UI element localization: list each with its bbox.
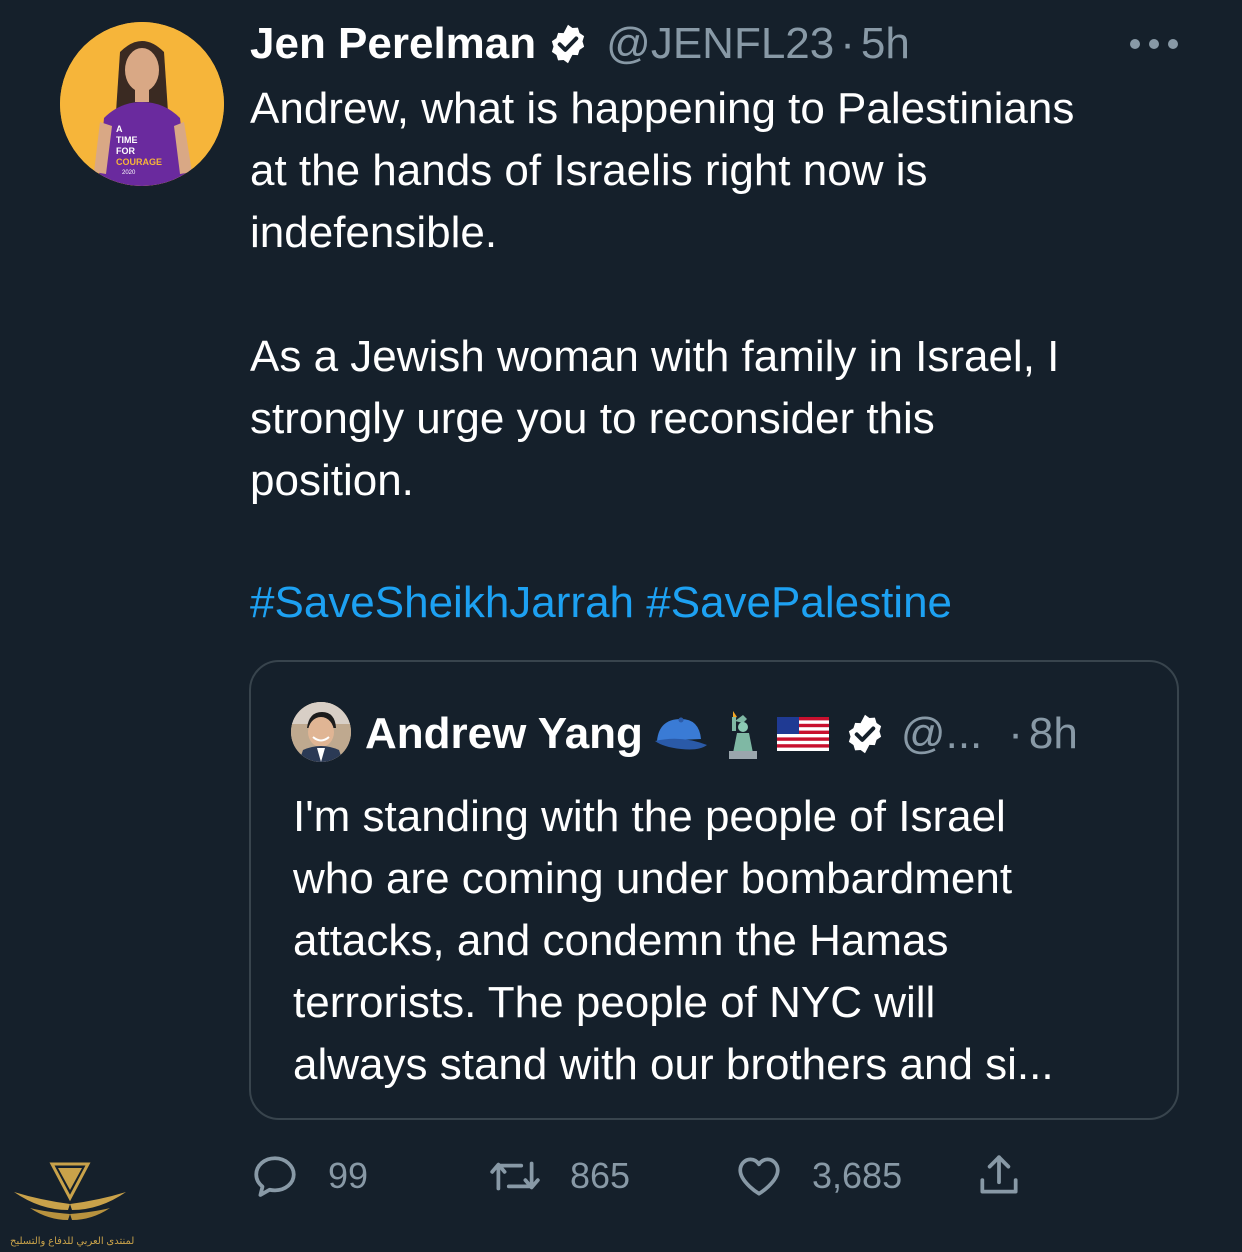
shirt-text-5: 2020 xyxy=(122,170,136,176)
tweet-text-line: indefensible. xyxy=(250,208,498,257)
watermark-logo: المنتدى العربي للدفاع والتسليح xyxy=(10,1158,134,1248)
retweet-count: 865 xyxy=(570,1155,631,1196)
shirt-text-2: TIME xyxy=(116,135,138,145)
hashtags: #SaveSheikhJarrah #SavePalestine xyxy=(250,572,952,634)
more-dots-icon[interactable] xyxy=(1130,24,1178,64)
tweet-text-line: Andrew, what is happening to Palestinian… xyxy=(250,84,1075,133)
like-button[interactable]: 3,685 xyxy=(734,1146,902,1206)
verified-badge-icon xyxy=(546,22,590,66)
separator-dot: · xyxy=(1008,709,1023,758)
tweet-text-line: As a Jewish woman with family in Israel,… xyxy=(250,332,1060,381)
us-flag-emoji-icon xyxy=(775,707,829,761)
reply-icon xyxy=(254,1156,296,1197)
share-icon xyxy=(980,1155,1018,1194)
watermark-emblem-icon xyxy=(14,1162,126,1220)
quoted-author-avatar[interactable] xyxy=(291,702,351,762)
quoted-text-line: always stand with our brothers and si... xyxy=(293,1040,1054,1089)
quoted-tweet-card[interactable]: Andrew Yang @... · 8h I'm standing with … xyxy=(249,660,1179,1120)
shirt-text-3: FOR xyxy=(116,146,135,156)
tweet-text-line: position. xyxy=(250,456,414,505)
heart-icon xyxy=(738,1157,780,1196)
quoted-text-line: attacks, and condemn the Hamas xyxy=(293,916,949,965)
author-handle[interactable]: @JENFL23 xyxy=(606,19,834,69)
tweet-header: Jen Perelman @JENFL23 · 5h xyxy=(250,14,910,74)
hashtag-link[interactable]: #SaveSheikhJarrah xyxy=(250,578,634,627)
tweet-text-line: at the hands of Israelis right now is xyxy=(250,146,928,195)
statue-of-liberty-emoji-icon xyxy=(713,707,767,761)
quoted-author-handle[interactable]: @... xyxy=(901,709,982,759)
profile-photo-avatar xyxy=(291,702,351,762)
quoted-tweet-text: I'm standing with the people of Israel w… xyxy=(293,786,1054,1096)
verified-badge-icon xyxy=(843,712,887,756)
quoted-author-display-name[interactable]: Andrew Yang xyxy=(365,709,643,759)
like-count: 3,685 xyxy=(812,1155,903,1196)
quoted-tweet-header: Andrew Yang @... · 8h xyxy=(365,702,1078,766)
hashtag-link[interactable]: #SavePalestine xyxy=(646,578,952,627)
blue-cap-emoji-icon xyxy=(651,707,707,761)
quoted-text-line: who are coming under bombardment xyxy=(293,854,1013,903)
shirt-text-1: A xyxy=(116,124,123,134)
separator-dot: · xyxy=(840,19,855,68)
author-display-name[interactable]: Jen Perelman xyxy=(250,19,536,69)
quoted-text-line: I'm standing with the people of Israel xyxy=(293,792,1006,841)
reply-button[interactable]: 99 xyxy=(250,1146,368,1206)
retweet-button[interactable]: 865 xyxy=(488,1146,630,1206)
author-avatar[interactable]: A TIME FOR COURAGE 2020 xyxy=(60,22,224,186)
watermark-text: المنتدى العربي للدفاع والتسليح xyxy=(10,1236,134,1247)
tweet-timestamp[interactable]: 5h xyxy=(861,19,910,69)
tweet-text-line: strongly urge you to reconsider this xyxy=(250,394,935,443)
tweet-action-bar: 99 865 3,685 xyxy=(250,1146,1050,1206)
quoted-tweet-timestamp[interactable]: 8h xyxy=(1029,709,1078,759)
tweet[interactable]: A TIME FOR COURAGE 2020 Jen Perelman @JE… xyxy=(0,0,1242,1252)
shirt-text-4: COURAGE xyxy=(116,157,162,167)
profile-photo-avatar: A TIME FOR COURAGE 2020 xyxy=(60,22,224,186)
share-button[interactable] xyxy=(974,1146,1024,1206)
reply-count: 99 xyxy=(328,1155,369,1196)
quoted-text-line: terrorists. The people of NYC will xyxy=(293,978,936,1027)
retweet-icon xyxy=(490,1161,540,1191)
